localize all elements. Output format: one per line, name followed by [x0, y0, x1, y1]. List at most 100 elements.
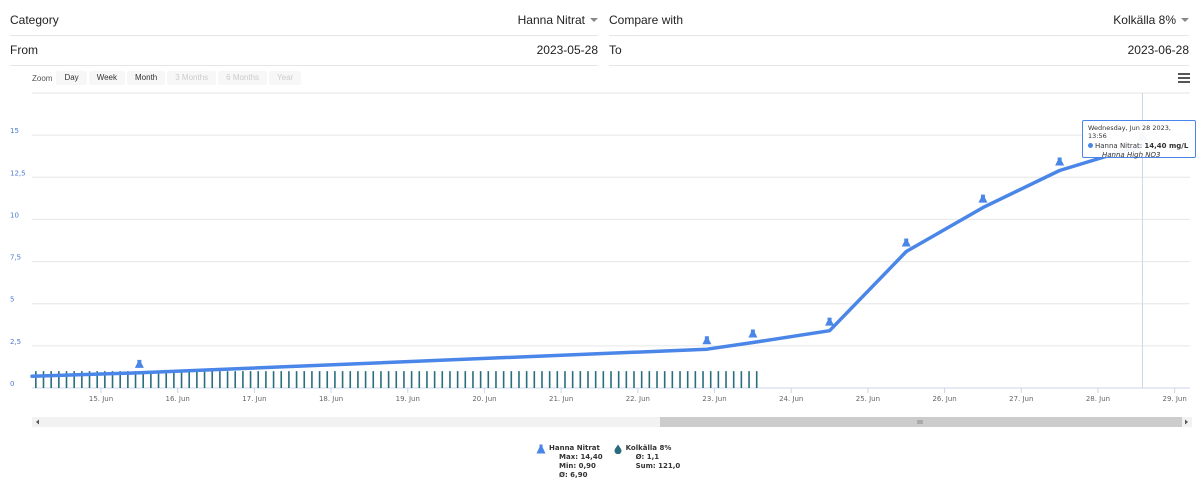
hanna-nitrat-markers — [134, 132, 1149, 368]
kolkalla-column — [387, 371, 390, 388]
kolkalla-column — [748, 371, 750, 388]
kolkalla-column — [426, 371, 428, 388]
kolkalla-column — [357, 371, 359, 388]
kolkalla-column — [180, 371, 183, 388]
kolkalla-column — [556, 371, 559, 388]
kolkalla-column — [418, 371, 421, 388]
kolkalla-column — [334, 371, 336, 388]
navigator-scrollbar[interactable] — [32, 417, 1192, 427]
legend-avg: Ø: 6,90 — [559, 471, 588, 479]
kolkalla-column — [656, 371, 658, 388]
kolkalla-column — [188, 371, 191, 388]
x-tick-label: 15. Jun — [89, 395, 113, 403]
x-tick-label: 16. Jun — [166, 395, 190, 403]
kolkalla-column — [464, 371, 467, 388]
kolkalla-column — [326, 371, 329, 388]
kolkalla-column — [272, 371, 275, 388]
x-tick-label: 24. Jun — [779, 395, 803, 403]
kolkalla-column — [502, 371, 505, 388]
kolkalla-column — [234, 371, 237, 388]
kolkalla-column — [449, 371, 451, 388]
kolkalla-column — [35, 371, 37, 388]
chart-grid — [32, 92, 1190, 389]
kolkalla-column — [479, 371, 482, 388]
kolkalla-column — [640, 371, 643, 388]
kolkalla-column — [648, 371, 651, 388]
x-axis-labels: 15. Jun 16. Jun 17. Jun 18. Jun 19. Jun 20. J… — [89, 388, 1187, 403]
flask-marker[interactable] — [748, 329, 758, 338]
flask-marker[interactable] — [825, 317, 835, 326]
y-tick-label: 0 — [10, 380, 14, 388]
kolkalla-column — [364, 371, 367, 388]
kolkalla-column — [510, 371, 513, 388]
scrollbar-thumb[interactable] — [660, 417, 1182, 427]
kolkalla-column — [433, 371, 436, 388]
kolkalla-column — [349, 371, 352, 388]
x-tick-label: 18. Jun — [319, 395, 343, 403]
kolkalla-column — [311, 371, 313, 388]
x-tick-label: 22. Jun — [626, 395, 650, 403]
tooltip-value: 14,40 mg/L — [1144, 142, 1189, 150]
kolkalla-column — [165, 371, 168, 388]
kolkalla-column — [472, 371, 474, 388]
kolkalla-column — [548, 371, 551, 388]
kolkalla-column — [303, 371, 306, 388]
legend-sum: Sum: 121,0 — [635, 462, 681, 470]
kolkalla-column — [50, 371, 52, 388]
kolkalla-column — [456, 371, 459, 388]
kolkalla-column — [441, 371, 444, 388]
kolkalla-column — [242, 371, 244, 388]
kolkalla-column — [173, 371, 175, 388]
kolkalla-column — [709, 371, 712, 388]
y-tick-label: 15 — [10, 127, 19, 135]
kolkalla-column — [571, 371, 574, 388]
y-tick-label: 5 — [10, 296, 14, 304]
flask-marker[interactable] — [702, 336, 712, 345]
chart-legend: Hanna Nitrat Max: 14,40 Min: 0,90 Ø: 6,9… — [536, 444, 680, 480]
x-tick-label: 27. Jun — [1009, 395, 1033, 403]
legend-min: Min: 0,90 — [559, 462, 596, 470]
legend-name: Kolkälla 8% — [625, 444, 672, 452]
kolkalla-column — [403, 371, 405, 388]
flask-marker[interactable] — [1055, 157, 1065, 166]
flask-marker[interactable] — [134, 359, 144, 368]
kolkalla-column — [541, 371, 543, 388]
legend-item-kolkalla[interactable]: Kolkälla 8% Ø: 1,1 Sum: 121,0 — [613, 444, 681, 480]
kolkalla-column — [249, 371, 252, 388]
kolkalla-column — [257, 371, 260, 388]
flask-marker[interactable] — [901, 238, 911, 247]
series-dot-icon — [1088, 143, 1093, 148]
kolkalla-column — [755, 371, 758, 388]
kolkalla-column — [633, 371, 635, 388]
legend-item-hanna-nitrat[interactable]: Hanna Nitrat Max: 14,40 Min: 0,90 Ø: 6,9… — [536, 444, 603, 480]
x-tick-label: 21. Jun — [549, 395, 573, 403]
drop-icon — [614, 444, 622, 454]
y-tick-label: 12,5 — [10, 169, 26, 177]
kolkalla-column — [380, 371, 382, 388]
kolkalla-column — [702, 371, 704, 388]
kolkalla-column — [219, 371, 221, 388]
kolkalla-column — [679, 371, 681, 388]
tooltip-date: Wednesday, Jun 28 2023, 13:56 — [1088, 124, 1171, 140]
kolkalla-column — [42, 371, 45, 388]
kolkalla-column — [518, 371, 520, 388]
kolkalla-column — [203, 371, 206, 388]
kolkalla-column — [587, 371, 589, 388]
kolkalla-column — [226, 371, 229, 388]
y-tick-label: 10 — [10, 211, 19, 219]
kolkalla-column — [579, 371, 582, 388]
legend-avg: Ø: 1,1 — [635, 453, 660, 461]
kolkalla-column — [533, 371, 536, 388]
y-tick-label: 2,5 — [10, 338, 21, 346]
hanna-nitrat-line — [30, 143, 1145, 378]
kolkalla-column — [694, 371, 697, 388]
kolkalla-column — [495, 371, 497, 388]
kolkalla-column — [395, 371, 398, 388]
kolkalla-column — [740, 371, 743, 388]
kolkalla-column — [288, 371, 290, 388]
kolkalla-column — [610, 371, 612, 388]
kolkalla-column — [725, 371, 727, 388]
kolkalla-column — [280, 371, 283, 388]
flask-icon — [536, 444, 546, 454]
flask-marker[interactable] — [978, 194, 988, 203]
